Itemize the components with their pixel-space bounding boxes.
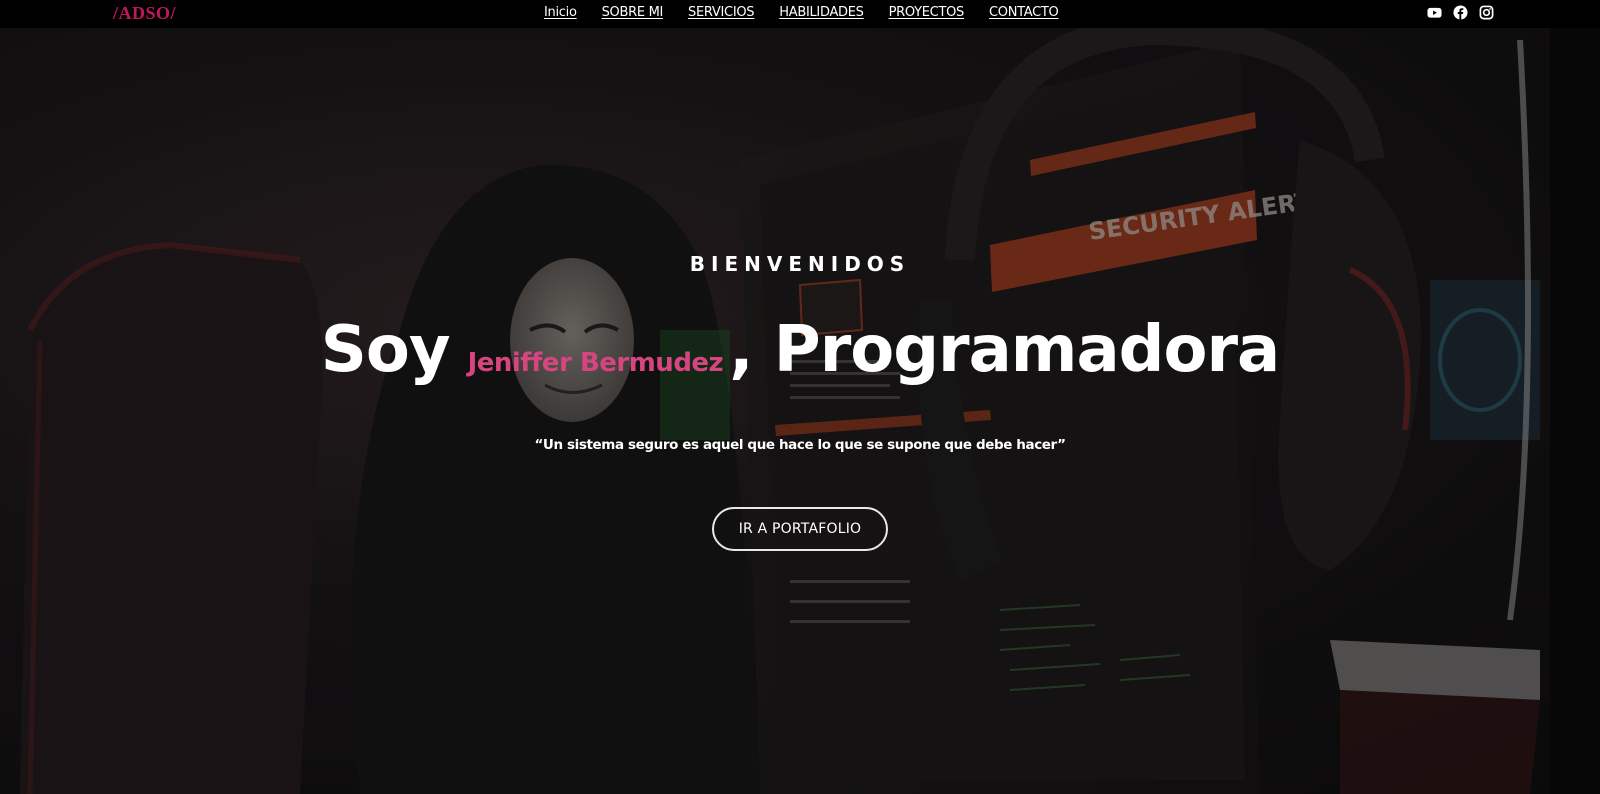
nav-link-contacto[interactable]: CONTACTO [989, 5, 1059, 20]
hero-quote: “Un sistema seguro es aquel que hace lo … [534, 437, 1066, 453]
nav-link-servicios[interactable]: SERVICIOS [688, 5, 755, 20]
typed-name: Jeniffer Bermudez [467, 348, 724, 378]
portfolio-button[interactable]: IR A PORTAFOLIO [712, 507, 888, 551]
instagram-icon[interactable] [1479, 5, 1494, 20]
welcome-heading: BIENVENIDOS [689, 252, 911, 276]
headline-suffix: , Programadora [729, 313, 1280, 387]
social-links [1427, 5, 1494, 20]
nav-link-sobre-mi[interactable]: SOBRE MI [602, 5, 664, 20]
hero-content: BIENVENIDOS Soy Jeniffer Bermudez, Progra… [0, 0, 1600, 794]
nav-link-proyectos[interactable]: PROYECTOS [889, 5, 965, 20]
brand-logo[interactable]: /ADSO/ [113, 3, 176, 24]
navbar: /ADSO/ Inicio SOBRE MI SERVICIOS HABILID… [0, 0, 1600, 28]
headline-prefix: Soy [320, 313, 451, 387]
nav-link-habilidades[interactable]: HABILIDADES [779, 5, 864, 20]
youtube-icon[interactable] [1427, 5, 1442, 20]
nav-link-inicio[interactable]: Inicio [544, 5, 577, 20]
hero-headline: Soy Jeniffer Bermudez, Programadora [0, 313, 1600, 387]
facebook-icon[interactable] [1453, 5, 1468, 20]
nav-links: Inicio SOBRE MI SERVICIOS HABILIDADES PR… [544, 5, 1083, 20]
